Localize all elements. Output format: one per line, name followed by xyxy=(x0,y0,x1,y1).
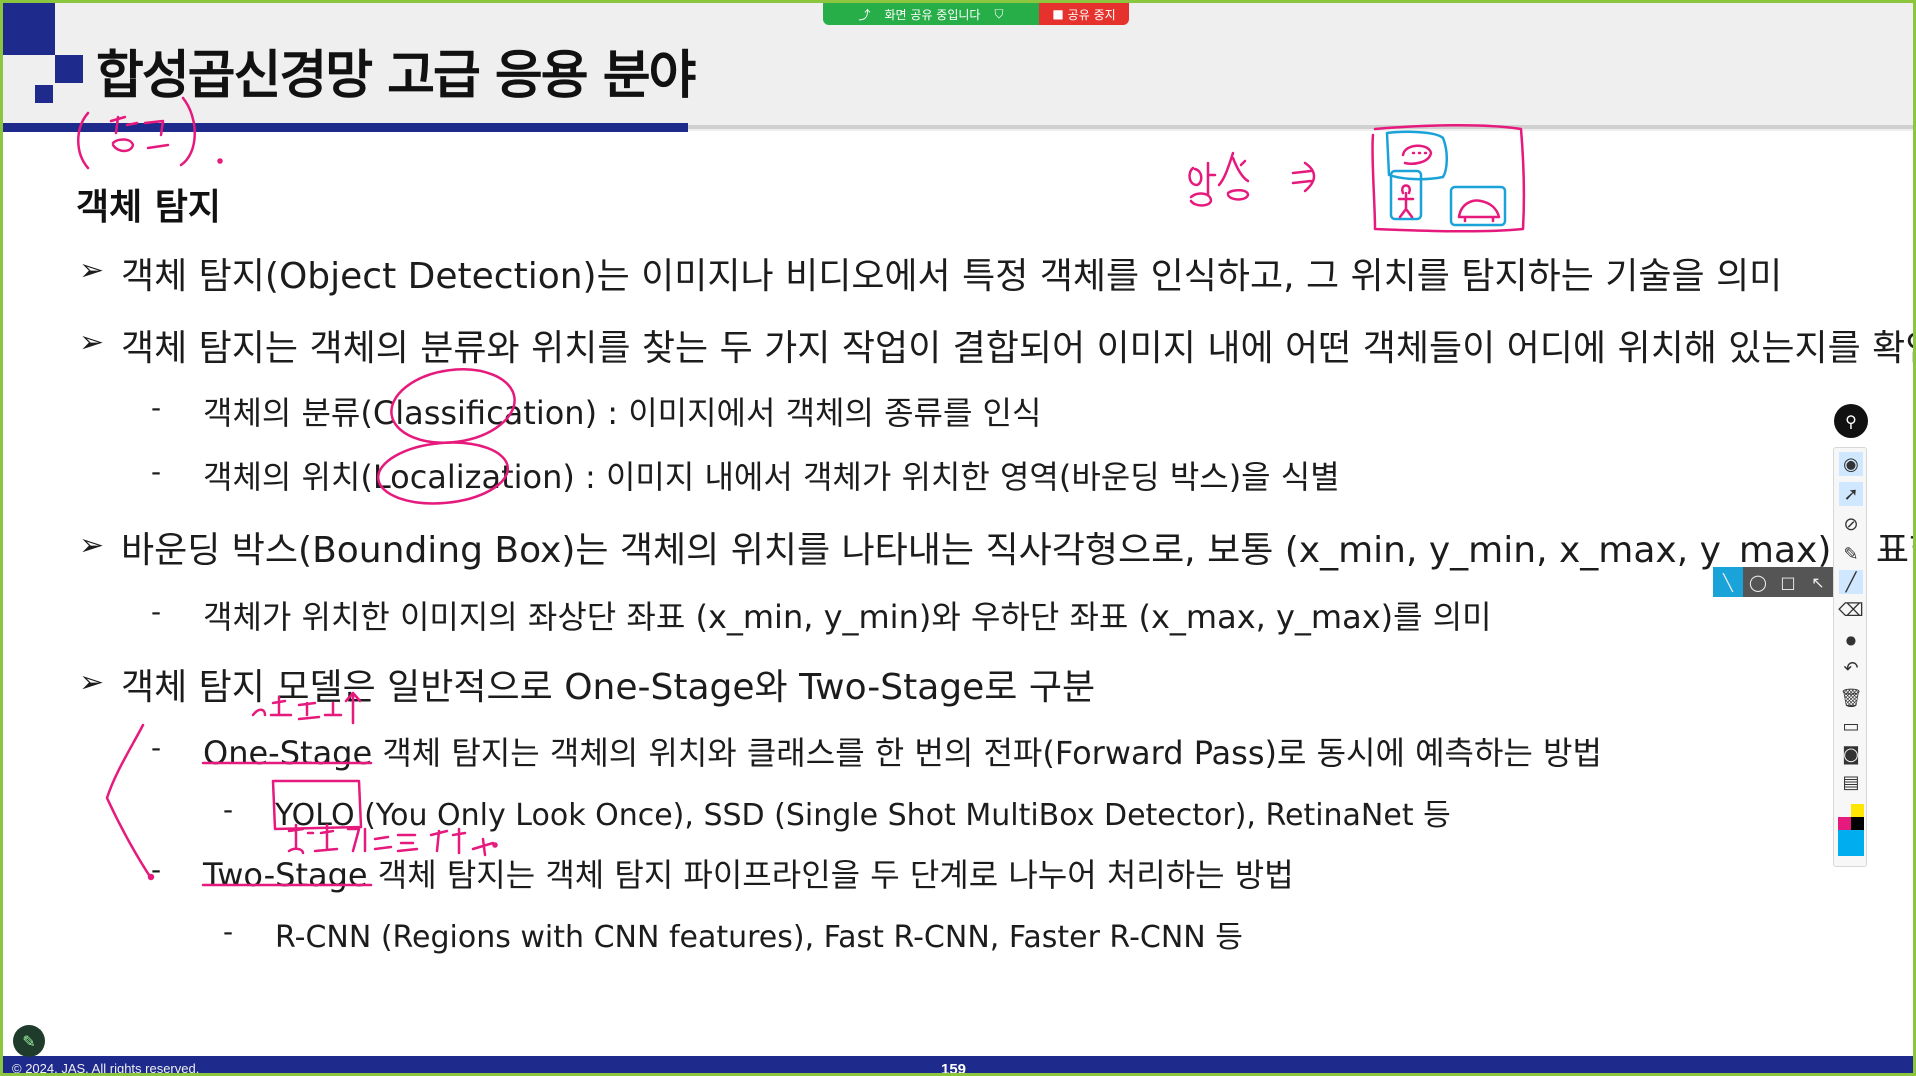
bullet-arrow-icon: ➢ xyxy=(79,665,105,700)
stop-icon: ■ xyxy=(1052,7,1064,21)
sub-bullet-dash: - xyxy=(151,853,162,886)
slide-frame: 합성곱신경망 고급 응용 분야 ⤴ 화면 공유 중입니다 ⛉ ■ 공유 중지 객… xyxy=(3,3,1913,1073)
color-swatch-magenta[interactable] xyxy=(1838,817,1851,830)
circle-tool-icon[interactable]: ◯ xyxy=(1743,567,1773,597)
sub-sub-bullet-text: YOLO (You Only Look Once), SSD (Single S… xyxy=(275,798,1451,833)
whiteboard-icon[interactable]: ▭ xyxy=(1839,714,1863,738)
copyright-text: © 2024. JAS. All rights reserved. xyxy=(12,1061,200,1073)
stop-share-label: 공유 중지 xyxy=(1067,7,1116,22)
sub-bullet-text: 객체의 위치(Localization) : 이미지 내에서 객체가 위치한 영… xyxy=(203,458,1340,496)
ink-bbox xyxy=(1385,130,1448,181)
edit-icon[interactable]: ✎ xyxy=(13,1025,45,1057)
sub-sub-bullet-dash: - xyxy=(223,793,234,826)
share-icon: ⤴ xyxy=(858,7,871,22)
bullet-text: 객체 탐지는 객체의 분류와 위치를 찾는 두 가지 작업이 결합되어 이미지 … xyxy=(121,328,1913,369)
bullet-text: 객체 탐지 모델은 일반적으로 One-Stage와 Two-Stage로 구분 xyxy=(121,667,1096,708)
pen-icon[interactable]: ╱ xyxy=(1839,570,1863,594)
section-title: 객체 탐지 xyxy=(76,187,222,228)
ink-car xyxy=(1457,199,1501,223)
eye-icon[interactable]: ◉ xyxy=(1839,452,1863,476)
sub-sub-bullet-dash: - xyxy=(223,915,234,948)
annotation-toolbar: ◉ ➚ ⊘ ✎ ╱ ⌫ ● ↶ 🗑 ▭ ◙ ▤ xyxy=(1833,447,1867,867)
title-divider xyxy=(688,125,1913,129)
logo-block xyxy=(35,85,53,103)
ink-bbox xyxy=(1449,185,1507,227)
sub-bullet-text: 객체가 위치한 이미지의 좌상단 좌표 (x_min, y_min)와 우하단 … xyxy=(203,598,1492,636)
ink-bracket xyxy=(105,723,153,880)
sub-bullet-dash: - xyxy=(151,391,162,424)
ink-speech xyxy=(1401,144,1433,165)
pen-subtools: ╲ ◯ □ ↖ xyxy=(1713,567,1833,597)
ink-bbox xyxy=(1389,169,1423,221)
sub-bullet-dash: - xyxy=(151,455,162,488)
bullet-arrow-icon: ➢ xyxy=(79,325,105,360)
bullet-text: 바운딩 박스(Bounding Box)는 객체의 위치를 나타내는 직사각형으… xyxy=(121,530,1913,571)
title-underline xyxy=(3,123,688,132)
sub-bullet-text: Two-Stage 객체 탐지는 객체 탐지 파이프라인을 두 단계로 나누어 … xyxy=(203,856,1294,894)
share-status[interactable]: ⤴ 화면 공유 중입니다 ⛉ xyxy=(823,3,1039,25)
eraser-icon[interactable]: ⌫ xyxy=(1838,598,1863,622)
highlighter-icon[interactable]: ✎ xyxy=(1839,542,1863,566)
undo-icon[interactable]: ↶ xyxy=(1839,656,1863,680)
clipboard-icon[interactable]: ▤ xyxy=(1839,770,1863,794)
laser-off-icon[interactable]: ⊘ xyxy=(1839,512,1863,536)
ink-image-frame xyxy=(1371,123,1526,233)
color-palette[interactable] xyxy=(1838,804,1864,856)
sub-bullet-dash: - xyxy=(151,595,162,628)
color-swatch-black[interactable] xyxy=(1851,817,1864,830)
page-number: 159 xyxy=(941,1061,967,1073)
sub-sub-bullet-text: R-CNN (Regions with CNN features), Fast … xyxy=(275,920,1243,955)
dot-icon[interactable]: ● xyxy=(1839,628,1863,652)
ink-note-yeongsang xyxy=(1188,151,1250,207)
logo-block xyxy=(3,3,55,55)
arrow-tool-icon[interactable]: ↖ xyxy=(1803,567,1833,597)
stop-share-button[interactable]: ■ 공유 중지 xyxy=(1039,3,1129,25)
line-tool-icon[interactable]: ╲ xyxy=(1713,567,1743,597)
ink-dot xyxy=(492,842,498,848)
shield-icon: ⛉ xyxy=(994,6,1004,21)
color-swatch-cyan[interactable] xyxy=(1838,830,1864,856)
bullet-arrow-icon: ➢ xyxy=(79,253,105,288)
screen-share-bar: ⤴ 화면 공유 중입니다 ⛉ ■ 공유 중지 xyxy=(823,3,1129,25)
camera-icon[interactable]: ◙ xyxy=(1839,742,1863,766)
rect-tool-icon[interactable]: □ xyxy=(1773,567,1803,597)
pin-icon[interactable]: ⚲ xyxy=(1834,404,1868,438)
logo-block xyxy=(55,55,83,83)
sub-bullet-dash: - xyxy=(151,731,162,764)
ink-dot xyxy=(217,158,223,164)
trash-icon[interactable]: 🗑 xyxy=(1839,686,1863,710)
bullet-text: 객체 탐지(Object Detection)는 이미지나 비디오에서 특정 객… xyxy=(121,256,1783,297)
ink-person xyxy=(1397,184,1415,219)
ink-arrow xyxy=(1291,161,1316,193)
sub-bullet-text: One-Stage 객체 탐지는 객체의 위치와 클래스를 한 번의 전파(Fo… xyxy=(203,734,1602,772)
sub-bullet-text: 객체의 분류(Classification) : 이미지에서 객체의 종류를 인… xyxy=(203,394,1042,432)
share-status-text: 화면 공유 중입니다 xyxy=(884,7,981,22)
bullet-arrow-icon: ➢ xyxy=(79,528,105,563)
pointer-icon[interactable]: ➚ xyxy=(1839,482,1863,506)
slide-title: 합성곱신경망 고급 응용 분야 xyxy=(96,46,696,106)
color-swatch-yellow[interactable] xyxy=(1851,804,1864,817)
